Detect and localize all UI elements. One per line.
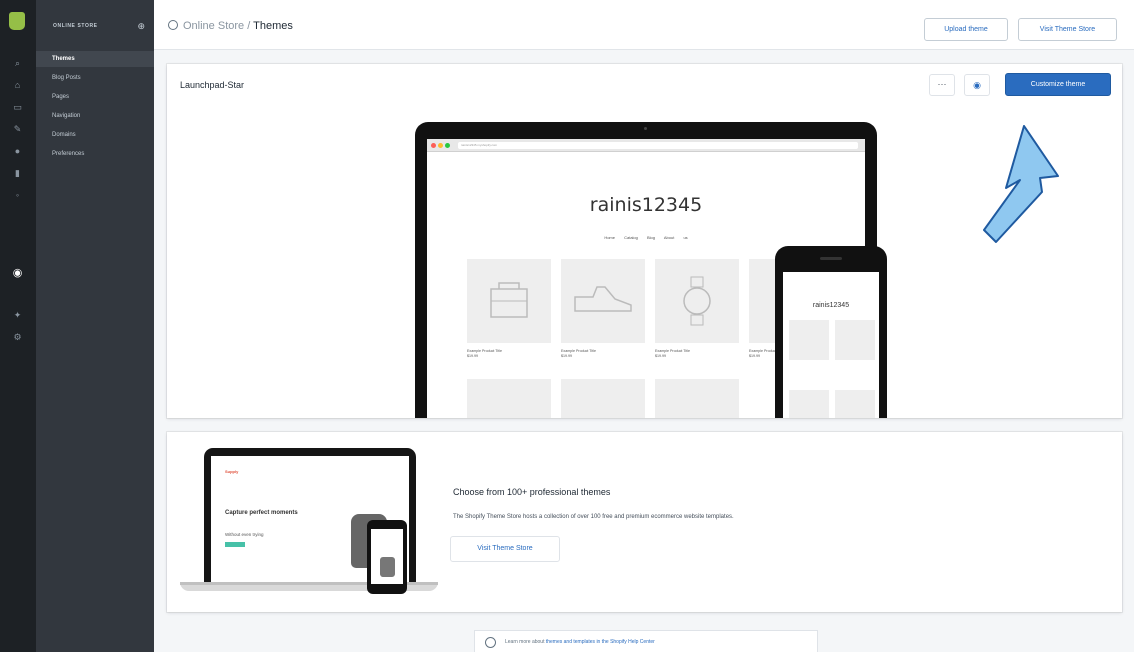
page-title: Themes [253, 20, 293, 32]
preview-store-nav: Home Catalog Blog About us [604, 235, 688, 240]
top-bar: Online Store / Themes Upload theme Visit… [154, 0, 1134, 50]
product-caption: Example Product Title $19.99 [561, 349, 596, 359]
product-price: $19.99 [561, 354, 572, 358]
promo-cta-swatch [225, 542, 245, 547]
promo-phone-illustration [367, 520, 407, 594]
visit-theme-store-button[interactable]: Visit Theme Store [1018, 18, 1117, 41]
product-price: $19.99 [749, 354, 760, 358]
search-icon[interactable]: ⌕ [12, 58, 23, 69]
laptop-camera [644, 127, 647, 130]
product-title: Example Product Title [561, 349, 596, 353]
products-icon[interactable]: ✎ [12, 124, 23, 135]
promo-headline: Capture perfect moments [225, 510, 298, 516]
watch-icon [683, 276, 711, 326]
customize-theme-button[interactable]: Customize theme [1005, 73, 1111, 96]
breadcrumb: Online Store / Themes [168, 20, 293, 32]
phone-speaker [820, 257, 842, 260]
help-prefix: Learn more about [505, 639, 546, 645]
product-title: Example Product Title [655, 349, 690, 353]
help-text: Learn more about themes and templates in… [505, 639, 655, 645]
shoe-icon [574, 286, 632, 312]
help-footer: Learn more about themes and templates in… [474, 630, 818, 652]
view-store-icon[interactable]: ⊕ [137, 21, 145, 32]
apps-icon[interactable]: ✦ [12, 310, 23, 321]
sidebar-item-themes[interactable]: Themes [36, 51, 154, 67]
phone-store-name: rainis12345 [812, 302, 850, 309]
customers-icon[interactable]: ● [12, 146, 23, 157]
more-actions-button[interactable]: ··· [929, 74, 955, 96]
product-thumb [561, 379, 645, 418]
product-thumb [655, 259, 739, 343]
shopify-logo-icon[interactable] [9, 12, 25, 30]
online-store-icon[interactable]: ◉ [12, 268, 23, 279]
product-thumb [835, 390, 875, 418]
promo-description: The Shopify Theme Store hosts a collecti… [453, 514, 734, 520]
url-bar: rainis12345.myshopify.com [458, 142, 858, 149]
product-thumb [467, 259, 551, 343]
sidebar-item-domains[interactable]: Domains [36, 127, 154, 143]
promo-subline: Without even trying [225, 532, 264, 537]
sidebar-item-navigation[interactable]: Navigation [36, 108, 154, 124]
promo-phone-screen [371, 529, 403, 584]
sidebar: ONLINE STORE ⊕ Themes Blog Posts Pages N… [36, 0, 154, 652]
preview-eye-button[interactable]: ◉ [964, 74, 990, 96]
bag-icon [490, 282, 528, 318]
theme-preview-phone: rainis12345 [775, 246, 887, 418]
product-thumb [561, 259, 645, 343]
close-dot-icon [431, 143, 436, 148]
minimize-dot-icon [438, 143, 443, 148]
product-thumb [789, 390, 829, 418]
annotation-arrow-icon [983, 125, 1059, 243]
settings-icon[interactable]: ⚙ [12, 332, 23, 343]
preview-store-name: rainis12345 [589, 194, 703, 216]
breadcrumb-parent[interactable]: Online Store [183, 20, 244, 32]
browser-bar: rainis12345.myshopify.com [427, 139, 865, 152]
sidebar-header: ONLINE STORE ⊕ [36, 0, 154, 50]
sidebar-item-pages[interactable]: Pages [36, 89, 154, 105]
app-rail: ⌕ ⌂ ▭ ✎ ● ▮ ◦ ◉ ✦ ⚙ [0, 0, 36, 652]
help-icon [485, 637, 496, 648]
product-price: $19.99 [467, 354, 478, 358]
theme-name: Launchpad-Star [180, 80, 245, 90]
promo-title: Choose from 100+ professional themes [453, 487, 611, 497]
promo-brand: Supply [225, 469, 239, 474]
product-price: $19.99 [655, 354, 666, 358]
visit-theme-store-promo-button[interactable]: Visit Theme Store [450, 536, 560, 562]
sidebar-item-preferences[interactable]: Preferences [36, 146, 154, 162]
eye-icon: ◉ [973, 80, 981, 90]
breadcrumb-separator: / [244, 20, 254, 32]
product-caption: Example Product Title $19.99 [655, 349, 690, 359]
discounts-icon[interactable]: ◦ [12, 190, 23, 201]
phone-screen: rainis12345 [783, 272, 879, 418]
product-caption: Example Product Title $19.99 [467, 349, 502, 359]
product-thumb [467, 379, 551, 418]
orders-icon[interactable]: ▭ [12, 102, 23, 113]
camera-bag-image [380, 557, 395, 577]
theme-store-promo: Supply Capture perfect moments Without e… [167, 432, 1122, 612]
product-thumb [655, 379, 739, 418]
analytics-icon[interactable]: ▮ [12, 168, 23, 179]
upload-theme-button[interactable]: Upload theme [924, 18, 1008, 41]
online-store-icon [168, 20, 178, 30]
product-title: Example Product Title [467, 349, 502, 353]
sidebar-title: ONLINE STORE [53, 23, 98, 29]
home-icon[interactable]: ⌂ [12, 80, 23, 91]
sidebar-item-blog-posts[interactable]: Blog Posts [36, 70, 154, 86]
product-thumb [835, 320, 875, 360]
maximize-dot-icon [445, 143, 450, 148]
help-link[interactable]: themes and templates in the Shopify Help… [546, 639, 655, 645]
product-thumb [789, 320, 829, 360]
